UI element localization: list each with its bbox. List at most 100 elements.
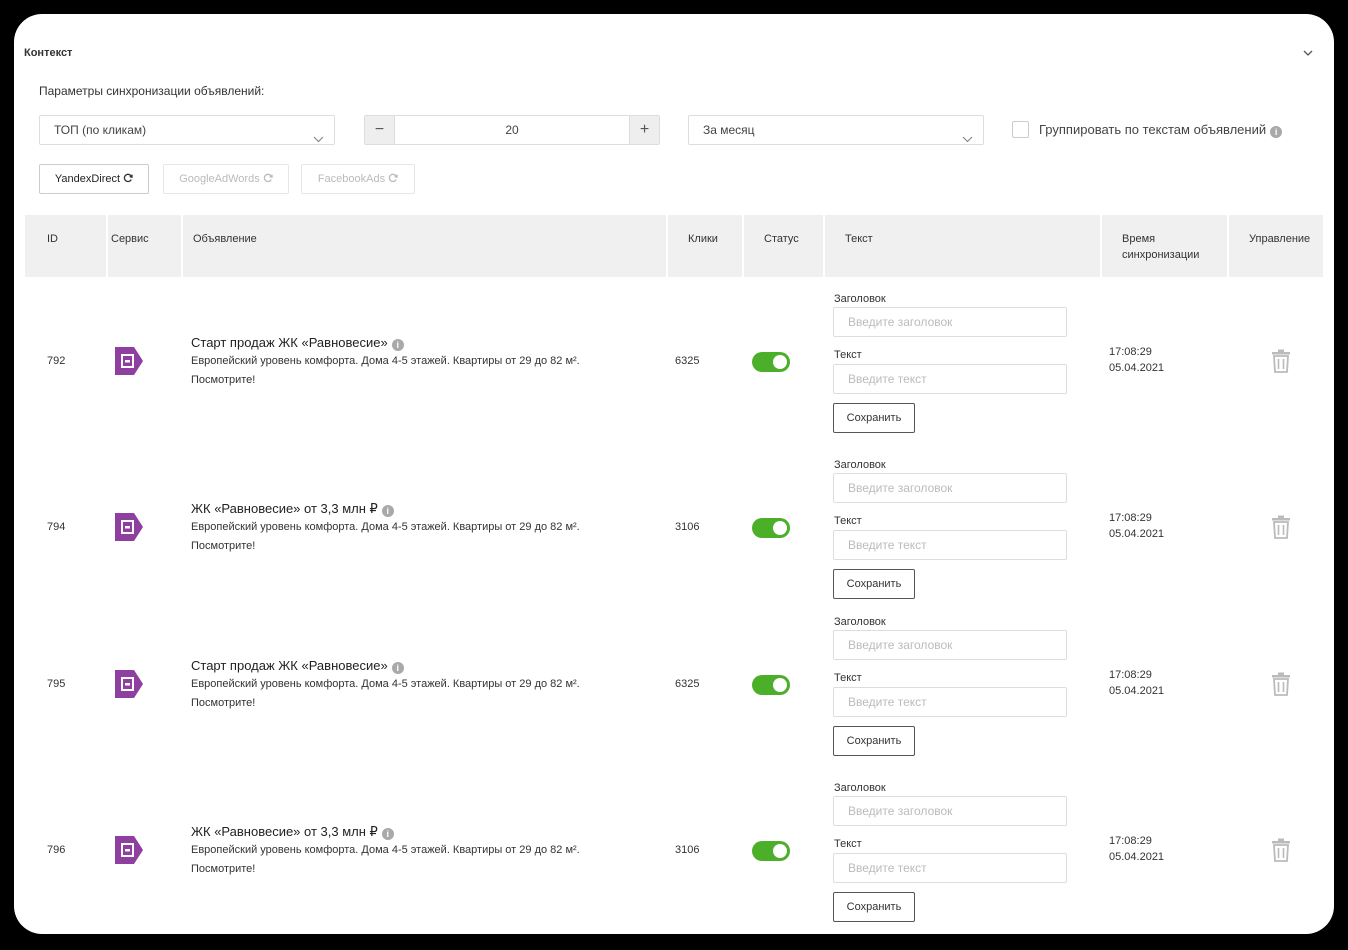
status-toggle[interactable] bbox=[752, 675, 790, 695]
trash-icon[interactable] bbox=[1271, 515, 1291, 539]
status-toggle[interactable] bbox=[752, 352, 790, 372]
col-sync-time-line2: синхронизации bbox=[1122, 249, 1200, 261]
title-input[interactable]: Введите заголовок bbox=[833, 630, 1067, 660]
text-input[interactable]: Введите текст bbox=[833, 853, 1067, 883]
title-input[interactable]: Введите заголовок bbox=[833, 307, 1067, 337]
table-header: ID Сервис Объявление Клики Статус Текст … bbox=[25, 215, 1323, 277]
chevron-down-icon bbox=[313, 125, 324, 153]
trash-icon[interactable] bbox=[1271, 349, 1291, 373]
text-label: Текст bbox=[834, 349, 862, 361]
top-select-value: ТОП (по кликам) bbox=[54, 123, 147, 137]
ad-description-cta: Посмотрите! bbox=[191, 863, 256, 875]
yandex-direct-button[interactable]: YandexDirect bbox=[39, 164, 149, 194]
sync-time: 17:08:29 05.04.2021 bbox=[1109, 344, 1164, 376]
collapse-chevron-icon[interactable] bbox=[1303, 50, 1313, 59]
refresh-icon bbox=[123, 173, 133, 183]
ad-description: Европейский уровень комфорта. Дома 4-5 э… bbox=[191, 352, 631, 390]
sync-date-value: 05.04.2021 bbox=[1109, 685, 1165, 697]
row-id: 794 bbox=[47, 521, 66, 533]
group-by-text-label[interactable]: Группировать по текстам объявлений i bbox=[1039, 122, 1283, 138]
period-select-value: За месяц bbox=[703, 123, 755, 137]
ad-description-line: Европейский уровень комфорта. Дома 4-5 э… bbox=[191, 844, 580, 856]
row-id: 792 bbox=[47, 355, 66, 367]
count-value[interactable]: 20 bbox=[395, 116, 629, 144]
row-clicks: 6325 bbox=[675, 355, 700, 367]
sync-date-value: 05.04.2021 bbox=[1109, 362, 1165, 374]
save-button[interactable]: Сохранить bbox=[833, 569, 915, 599]
col-clicks: Клики bbox=[666, 215, 741, 277]
info-icon[interactable]: i bbox=[391, 662, 404, 674]
sync-time: 17:08:29 05.04.2021 bbox=[1109, 833, 1164, 865]
ad-title-text: Старт продаж ЖК «Равновесие» bbox=[191, 658, 388, 673]
info-icon[interactable]: i bbox=[1270, 126, 1283, 138]
sync-date-value: 05.04.2021 bbox=[1109, 851, 1165, 863]
title-input[interactable]: Введите заголовок bbox=[833, 796, 1067, 826]
sync-time-value: 17:08:29 bbox=[1109, 835, 1152, 847]
title-input[interactable]: Введите заголовок bbox=[833, 473, 1067, 503]
col-id: ID bbox=[47, 233, 58, 245]
col-service: Сервис bbox=[106, 215, 180, 277]
ad-description: Европейский уровень комфорта. Дома 4-5 э… bbox=[191, 518, 631, 556]
ad-title-text: ЖК «Равновесие» от 3,3 млн ₽ bbox=[191, 501, 378, 516]
status-toggle[interactable] bbox=[752, 518, 790, 538]
col-ad: Объявление bbox=[181, 215, 665, 277]
ad-description-cta: Посмотрите! bbox=[191, 374, 256, 386]
title-label: Заголовок bbox=[834, 293, 886, 305]
col-status: Статус bbox=[742, 215, 822, 277]
ad-description: Европейский уровень комфорта. Дома 4-5 э… bbox=[191, 841, 631, 879]
group-by-text-checkbox[interactable] bbox=[1012, 121, 1029, 138]
title-label: Заголовок bbox=[834, 459, 886, 471]
group-by-text-label-text: Группировать по текстам объявлений bbox=[1039, 122, 1267, 137]
ad-title: Старт продаж ЖК «Равновесие» i bbox=[191, 335, 404, 351]
save-button[interactable]: Сохранить bbox=[833, 403, 915, 433]
info-icon[interactable]: i bbox=[391, 339, 404, 351]
yandex-direct-icon bbox=[114, 669, 144, 699]
title-label: Заголовок bbox=[834, 782, 886, 794]
top-select[interactable]: ТОП (по кликам) bbox=[39, 115, 335, 145]
decrement-button[interactable]: − bbox=[365, 116, 395, 144]
ad-description: Европейский уровень комфорта. Дома 4-5 э… bbox=[191, 675, 631, 713]
trash-icon[interactable] bbox=[1271, 672, 1291, 696]
period-select[interactable]: За месяц bbox=[688, 115, 984, 145]
col-sync-time: Время синхронизации bbox=[1100, 215, 1226, 277]
yandex-direct-icon bbox=[114, 346, 144, 376]
facebook-ads-button[interactable]: FacebookAds bbox=[301, 164, 415, 194]
title-label: Заголовок bbox=[834, 616, 886, 628]
google-adwords-button[interactable]: GoogleAdWords bbox=[163, 164, 289, 194]
row-clicks: 3106 bbox=[675, 844, 700, 856]
table-row: 794 ЖК «Равновесие» от 3,3 млн ₽ i Европе… bbox=[25, 444, 1323, 610]
ad-description-line: Европейский уровень комфорта. Дома 4-5 э… bbox=[191, 678, 580, 690]
ad-title-text: Старт продаж ЖК «Равновесие» bbox=[191, 335, 388, 350]
col-sync-time-line1: Время bbox=[1122, 233, 1156, 245]
trash-icon[interactable] bbox=[1271, 838, 1291, 862]
text-label: Текст bbox=[834, 515, 862, 527]
status-toggle[interactable] bbox=[752, 841, 790, 861]
yandex-direct-icon bbox=[114, 835, 144, 865]
increment-button[interactable]: + bbox=[629, 116, 659, 144]
save-button[interactable]: Сохранить bbox=[833, 726, 915, 756]
facebook-ads-label: FacebookAds bbox=[317, 173, 386, 185]
count-stepper[interactable]: − 20 + bbox=[364, 115, 660, 145]
ad-description-line: Европейский уровень комфорта. Дома 4-5 э… bbox=[191, 521, 580, 533]
table-row: 796 ЖК «Равновесие» от 3,3 млн ₽ i Европе… bbox=[25, 767, 1323, 933]
sync-time: 17:08:29 05.04.2021 bbox=[1109, 667, 1164, 699]
col-manage: Управление bbox=[1227, 215, 1323, 277]
sync-params-label: Параметры синхронизации объявлений: bbox=[39, 84, 265, 98]
refresh-icon bbox=[263, 173, 273, 183]
info-icon[interactable]: i bbox=[381, 505, 394, 517]
text-input[interactable]: Введите текст bbox=[833, 687, 1067, 717]
ad-title: ЖК «Равновесие» от 3,3 млн ₽ i bbox=[191, 501, 394, 517]
text-label: Текст bbox=[834, 838, 862, 850]
app-frame: Контекст Параметры синхронизации объявле… bbox=[14, 14, 1334, 934]
ad-description-line: Европейский уровень комфорта. Дома 4-5 э… bbox=[191, 355, 580, 367]
sync-time: 17:08:29 05.04.2021 bbox=[1109, 510, 1164, 542]
row-id: 795 bbox=[47, 678, 66, 690]
ad-title: Старт продаж ЖК «Равновесие» i bbox=[191, 658, 404, 674]
sync-date-value: 05.04.2021 bbox=[1109, 528, 1165, 540]
text-input[interactable]: Введите текст bbox=[833, 530, 1067, 560]
save-button[interactable]: Сохранить bbox=[833, 892, 915, 922]
chevron-down-icon bbox=[962, 125, 973, 153]
info-icon[interactable]: i bbox=[381, 828, 394, 840]
ad-description-cta: Посмотрите! bbox=[191, 540, 256, 552]
text-input[interactable]: Введите текст bbox=[833, 364, 1067, 394]
